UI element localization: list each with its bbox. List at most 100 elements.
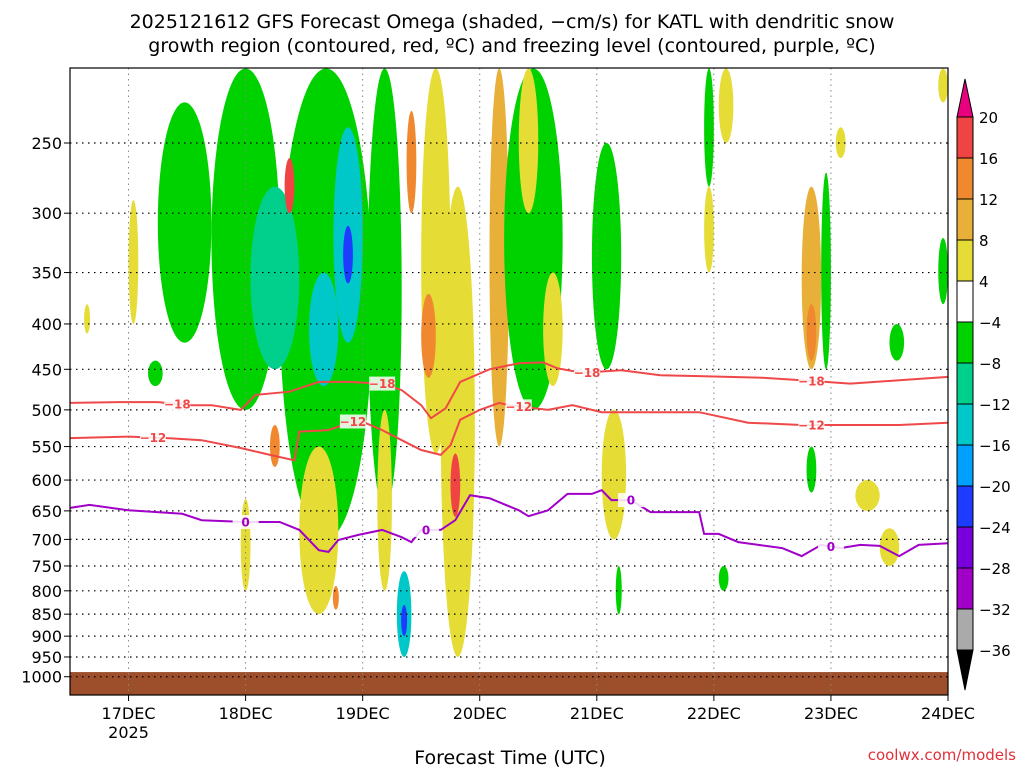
contour--12-label: −12 [340, 415, 367, 429]
contour--18-label: −18 [798, 374, 825, 388]
omega-region [704, 186, 714, 273]
y-tick-label: 950 [31, 648, 62, 667]
colorbar-box [956, 403, 974, 446]
colorbar-over-triangle [956, 78, 974, 118]
y-tick-label: 300 [31, 204, 62, 223]
y-tick-label: 750 [31, 557, 62, 576]
y-tick-label: 350 [31, 264, 62, 283]
chart-title-line-1: 2025121612 GFS Forecast Omega (shaded, −… [130, 11, 895, 33]
colorbar-label: −8 [979, 355, 1001, 373]
colorbar-label: −24 [979, 519, 1011, 537]
contour-0-label: 0 [422, 523, 430, 537]
colorbar-under-triangle [956, 649, 974, 691]
x-axis: 17DEC2025 18DEC 19DEC 20DEC 21DEC 22DEC 23DEC 2… [102, 695, 975, 742]
omega-region [718, 68, 734, 143]
omega-region [518, 68, 539, 214]
contour--18-label: −18 [369, 377, 396, 391]
x-tick-label: 18DEC [219, 704, 273, 723]
colorbar-box [956, 608, 974, 651]
omega-region [406, 110, 417, 214]
omega-region [704, 68, 714, 187]
colorbar-box [956, 239, 974, 282]
y-tick-label: 600 [31, 471, 62, 490]
y-tick-label: 400 [31, 315, 62, 334]
y-tick-label: 1000 [21, 668, 62, 687]
omega-region [938, 68, 948, 103]
colorbar: 20 16 12 8 4 −4 −8 −12 −16 −20 −24 −28 −32 −36 [956, 78, 1011, 691]
omega-region [401, 604, 408, 637]
x-tick-label: 24DEC [921, 704, 975, 723]
y-tick-label: 500 [31, 401, 62, 420]
ground-surface [70, 672, 948, 695]
omega-shading [84, 68, 948, 657]
omega-region [377, 409, 392, 591]
contour-0-label: 0 [827, 540, 835, 554]
omega-region [806, 446, 817, 493]
omega-region [806, 304, 817, 361]
contour--12-label: −12 [505, 400, 532, 414]
colorbar-box [956, 444, 974, 487]
omega-region [601, 409, 627, 540]
colorbar-label: 8 [979, 232, 989, 250]
x-tick-label: 17DEC [102, 704, 156, 723]
contour-0-line [70, 489, 948, 558]
omega-region [450, 453, 461, 517]
contours: −18 −18 −18 −18 −12 −12 −12 −12 0 0 0 0 [70, 361, 948, 558]
colorbar-label: 4 [979, 273, 989, 291]
y-axis: 250 300 350 400 450 500 550 600 650 700 750 800 850 9… [21, 134, 70, 687]
y-tick-label: 550 [31, 438, 62, 457]
contour--12-label: −12 [798, 418, 825, 432]
omega-region [718, 565, 729, 591]
colorbar-box [956, 280, 974, 323]
x-tick-label: 22DEC [687, 704, 741, 723]
colorbar-label: −28 [979, 560, 1011, 578]
y-tick-label: 900 [31, 627, 62, 646]
x-tick-label: 21DEC [570, 704, 624, 723]
colorbar-label: −4 [979, 314, 1001, 332]
colorbar-box [956, 485, 974, 528]
omega-region [84, 304, 91, 334]
omega-region [128, 200, 139, 324]
omega-region [343, 225, 353, 284]
omega-region [938, 238, 948, 305]
omega-region [821, 172, 831, 370]
colorbar-label: −32 [979, 601, 1011, 619]
omega-region [240, 498, 251, 591]
omega-region [148, 360, 163, 387]
x-axis-label: Forecast Time (UTC) [414, 747, 605, 768]
colorbar-label: −16 [979, 437, 1011, 455]
x-tick-label: 19DEC [336, 704, 390, 723]
y-tick-label: 700 [31, 530, 62, 549]
y-tick-label: 800 [31, 582, 62, 601]
colorbar-box [956, 362, 974, 405]
y-tick-label: 850 [31, 605, 62, 624]
omega-region [889, 323, 905, 361]
omega-region [332, 585, 339, 610]
colorbar-box [956, 567, 974, 610]
chart-title-line-2: growth region (contoured, red, ºC) and f… [148, 35, 875, 57]
contour--18-label: −18 [164, 397, 191, 411]
y-tick-label: 250 [31, 134, 62, 153]
colorbar-label: −12 [979, 396, 1011, 414]
omega-region [284, 158, 295, 214]
colorbar-box [956, 198, 974, 241]
contour--18-label: −18 [574, 366, 601, 380]
y-tick-label: 650 [31, 502, 62, 521]
contour-0-label: 0 [241, 515, 249, 529]
omega-region [250, 186, 300, 370]
colorbar-label: 20 [979, 109, 998, 127]
credit-link[interactable]: coolwx.com/models [868, 746, 1016, 764]
omega-region [615, 565, 622, 615]
omega-region [855, 480, 880, 511]
colorbar-label: −36 [979, 642, 1011, 660]
omega-region [421, 293, 436, 378]
colorbar-box [956, 321, 974, 364]
omega-region [299, 446, 339, 615]
x-tick-label: 23DEC [804, 704, 858, 723]
colorbar-box [956, 526, 974, 569]
omega-region [309, 272, 339, 387]
colorbar-label: −20 [979, 478, 1011, 496]
colorbar-box [956, 116, 974, 159]
x-tick-sublabel: 2025 [108, 723, 149, 742]
colorbar-label: 16 [979, 150, 998, 168]
